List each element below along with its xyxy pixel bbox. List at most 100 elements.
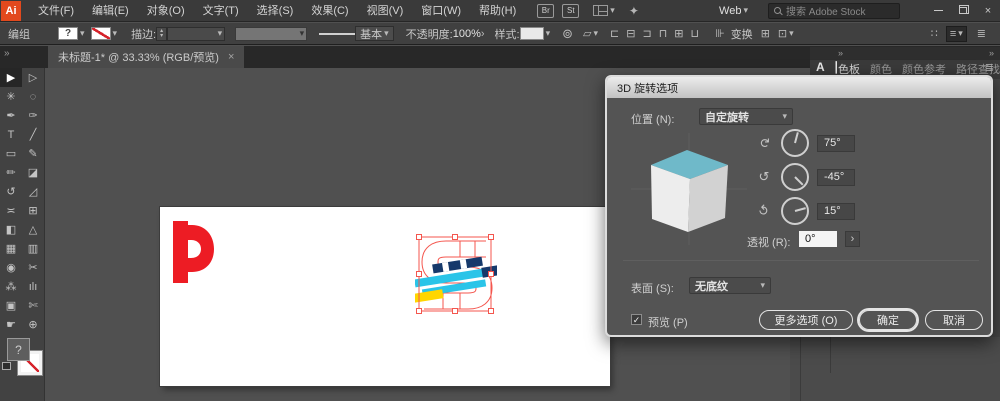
menu-e[interactable]: 编辑(E) <box>83 0 138 22</box>
selection-handle[interactable] <box>452 308 458 314</box>
more-options-button[interactable]: 更多选项 (O) <box>759 310 853 330</box>
mesh-tool[interactable]: ▦ <box>0 239 22 258</box>
distribute-icon[interactable]: ⊪ <box>715 27 725 40</box>
artboard[interactable] <box>160 207 610 386</box>
align-v-center-icon[interactable]: ⊞ <box>674 27 683 40</box>
opacity-more-icon[interactable]: › <box>481 28 485 40</box>
rotate-tool[interactable]: ↺ <box>0 182 22 201</box>
panel-menu-icon[interactable]: ≣ <box>985 61 994 74</box>
free-transform-tool[interactable]: ⊞ <box>22 201 44 220</box>
default-fill-stroke-icon[interactable] <box>2 362 11 370</box>
tab-close-icon[interactable]: × <box>228 51 234 63</box>
line-segment-tool[interactable]: ╱ <box>22 125 44 144</box>
selected-s-artwork[interactable] <box>415 233 497 315</box>
cancel-button[interactable]: 取消 <box>925 310 983 330</box>
perspective-value[interactable]: 0° <box>799 231 837 247</box>
stroke-swatch[interactable] <box>90 27 111 40</box>
transform-link[interactable]: 变换 <box>731 26 753 42</box>
selection-handle[interactable] <box>416 308 422 314</box>
paintbrush-tool[interactable]: ✎ <box>22 144 44 163</box>
tools-collapse-icon[interactable]: » <box>4 48 10 59</box>
align-right-icon[interactable]: ⊐ <box>642 27 651 40</box>
rotate-y-dial[interactable] <box>781 163 809 191</box>
preview-checkbox[interactable]: ✓ <box>631 314 642 325</box>
selection-handle[interactable] <box>488 271 494 277</box>
gradient-tool[interactable]: ▥ <box>22 239 44 258</box>
selection-handle[interactable] <box>452 234 458 240</box>
direct-selection-tool[interactable]: ▷ <box>22 68 44 87</box>
menu-c[interactable]: 效果(C) <box>302 0 357 22</box>
stroke-weight-stepper[interactable]: ▴ ▾ <box>156 26 168 41</box>
document-setup-globe-icon[interactable]: ⊚ <box>562 26 573 42</box>
shape-builder-tool[interactable]: ◧ <box>0 220 22 239</box>
align-bottom-icon[interactable]: ⊔ <box>691 27 700 40</box>
list-options-icon[interactable]: ≣ <box>977 27 986 40</box>
align-h-center-icon[interactable]: ⊟ <box>626 27 635 40</box>
scale-tool[interactable]: ◿ <box>22 182 44 201</box>
fill-swatch[interactable]: ? <box>58 27 78 40</box>
fill-indicator[interactable]: ? <box>7 338 30 361</box>
collapsed-panel-icon[interactable]: A⎹ <box>816 60 837 75</box>
selection-handle[interactable] <box>416 234 422 240</box>
artboard-tool[interactable]: ▣ <box>0 296 22 315</box>
selection-tool[interactable]: ▶ <box>0 68 22 87</box>
rotate-y-value[interactable]: -45° <box>817 168 855 186</box>
selection-handle[interactable] <box>488 308 494 314</box>
workspace-switcher[interactable]: Web ▾ <box>719 5 748 17</box>
arrange-documents-icon[interactable] <box>593 5 609 16</box>
menu-h[interactable]: 帮助(H) <box>470 0 525 22</box>
stock-icon[interactable]: St <box>562 3 580 18</box>
scissors-tool[interactable]: ✂ <box>22 258 44 277</box>
expand-icon[interactable]: ⊞ <box>761 27 770 40</box>
type-tool[interactable]: T <box>0 125 22 144</box>
app-logo[interactable]: Ai <box>1 0 21 21</box>
menu-t[interactable]: 文字(T) <box>194 0 248 22</box>
brush-definition-dropdown[interactable]: ▾ <box>235 26 308 41</box>
variable-width-profile[interactable] <box>319 32 356 35</box>
rotate-x-dial[interactable] <box>781 129 809 157</box>
width-tool[interactable]: ≍ <box>0 201 22 220</box>
minimize-button[interactable] <box>929 3 947 19</box>
dock-collapse-icon[interactable]: » <box>838 48 843 58</box>
brush-basic-dropdown[interactable]: 基本 ▾ <box>355 26 394 41</box>
arrange-dropdown[interactable]: ⊡ ▾ <box>778 27 794 40</box>
menu-v[interactable]: 视图(V) <box>358 0 413 22</box>
bridge-icon[interactable]: Br <box>537 3 555 18</box>
pencil-tool[interactable]: ✏ <box>0 163 22 182</box>
column-graph-tool[interactable]: ılı <box>22 277 44 296</box>
align-top-icon[interactable]: ⊓ <box>659 27 668 40</box>
surface-dropdown[interactable]: 无底纹 ▾ <box>689 277 771 294</box>
fill-color-control[interactable]: ? ▾ <box>58 27 85 40</box>
hand-tool[interactable]: ☛ <box>0 315 22 334</box>
slice-tool[interactable]: ✄ <box>22 296 44 315</box>
perspective-more-button[interactable]: › <box>845 231 860 247</box>
rotate-z-value[interactable]: 15° <box>817 202 855 220</box>
position-dropdown[interactable]: 自定旋转 ▾ <box>699 108 793 125</box>
dialog-title[interactable]: 3D 旋转选项 <box>607 77 991 98</box>
menu-w[interactable]: 窗口(W) <box>412 0 470 22</box>
align-left-icon[interactable]: ⊏ <box>610 27 619 40</box>
isolate-icon[interactable]: ∷ <box>931 27 938 40</box>
letter-p-artwork[interactable] <box>170 219 216 285</box>
selection-handle[interactable] <box>488 234 494 240</box>
menu-f[interactable]: 文件(F) <box>29 0 83 22</box>
eraser-tool[interactable]: ◪ <box>22 163 44 182</box>
chevron-down-icon[interactable]: ▾ <box>610 5 615 16</box>
dock-collapse-icon[interactable]: » <box>989 48 994 58</box>
rotate-z-dial[interactable] <box>781 197 809 225</box>
shape-options[interactable]: ▱ ▾ <box>583 27 598 40</box>
style-dropdown[interactable]: ▾ <box>519 27 550 40</box>
close-button[interactable]: × <box>979 3 997 19</box>
document-tab[interactable]: 未标题-1* @ 33.33% (RGB/预览) × <box>48 46 245 68</box>
sync-icon[interactable]: ✦ <box>629 4 639 18</box>
restore-button[interactable] <box>954 3 972 19</box>
pen-tool[interactable]: ✒ <box>0 106 22 125</box>
eyedropper-tool[interactable]: ◉ <box>0 258 22 277</box>
stroke-color-control[interactable]: ▾ <box>90 27 117 40</box>
magic-wand-tool[interactable]: ✳ <box>0 87 22 106</box>
lasso-tool[interactable]: ◌ <box>22 87 44 106</box>
symbol-sprayer-tool[interactable]: ⁂ <box>0 277 22 296</box>
perspective-grid-tool[interactable]: △ <box>22 220 44 239</box>
rotate-x-value[interactable]: 75° <box>817 134 855 152</box>
menu-s[interactable]: 选择(S) <box>248 0 303 22</box>
